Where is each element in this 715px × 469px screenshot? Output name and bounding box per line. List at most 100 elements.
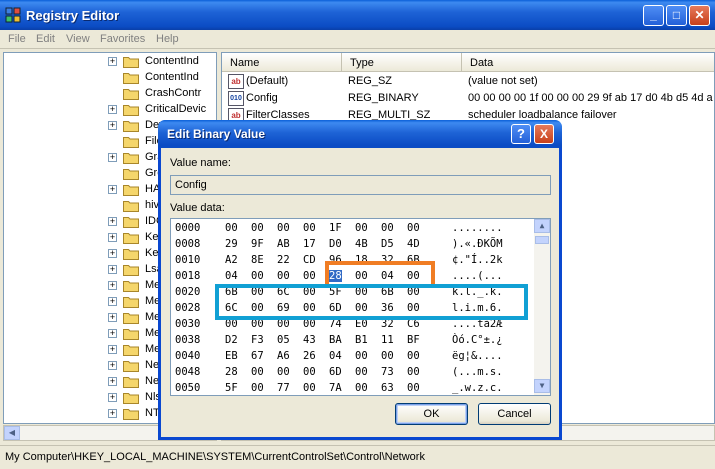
hex-byte[interactable]: B1 (355, 334, 368, 346)
expand-icon[interactable]: + (108, 153, 117, 162)
hex-vertical-scrollbar[interactable]: ▲ ▼ (534, 219, 550, 395)
hex-byte[interactable]: 4D (407, 238, 420, 250)
hex-byte[interactable]: 00 (407, 366, 420, 378)
hex-byte[interactable]: CD (303, 254, 316, 266)
dialog-title-bar[interactable]: Edit Binary Value ? X (158, 120, 562, 148)
expand-icon[interactable]: + (108, 345, 117, 354)
hex-byte[interactable]: 1F (329, 222, 342, 234)
hex-byte[interactable]: 00 (381, 222, 394, 234)
hex-byte[interactable]: BF (407, 334, 420, 346)
hex-row[interactable]: 0050 5F 00 77 00 7A 00 63 00 _.w.z.c. (171, 380, 531, 395)
expand-icon[interactable]: + (108, 265, 117, 274)
hex-byte[interactable]: 00 (277, 270, 290, 282)
menu-file[interactable]: File (8, 33, 26, 45)
hex-byte[interactable]: 00 (381, 350, 394, 362)
hex-byte[interactable]: 00 (277, 222, 290, 234)
hex-byte[interactable]: 00 (303, 366, 316, 378)
expand-icon[interactable]: + (108, 329, 117, 338)
hex-byte[interactable]: 29 (225, 238, 238, 250)
value-row-default[interactable]: ab (Default) REG_SZ (value not set) (222, 73, 714, 90)
expand-icon[interactable]: + (108, 249, 117, 258)
hex-byte[interactable]: D5 (381, 238, 394, 250)
hex-byte[interactable]: A2 (225, 254, 238, 266)
menu-edit[interactable]: Edit (36, 33, 55, 45)
value-row-config[interactable]: 010 Config REG_BINARY 00 00 00 00 1f 00 … (222, 90, 714, 107)
hex-byte[interactable]: 00 (251, 366, 264, 378)
hex-byte[interactable]: D2 (225, 334, 238, 346)
hex-row[interactable]: 0040 EB 67 A6 26 04 00 00 00 ëg¦&.... (171, 348, 531, 364)
expand-icon[interactable]: + (108, 57, 117, 66)
hex-row[interactable]: 0048 28 00 00 00 6D 00 73 00 (...m.s. (171, 364, 531, 380)
ok-button[interactable]: OK (395, 403, 468, 425)
hex-byte[interactable]: BA (329, 334, 342, 346)
hex-byte[interactable]: 00 (251, 382, 264, 394)
dialog-close-button[interactable]: X (534, 124, 554, 144)
maximize-button[interactable]: □ (666, 5, 687, 26)
expand-icon[interactable]: + (108, 377, 117, 386)
expand-icon[interactable]: + (108, 233, 117, 242)
hex-byte[interactable]: 00 (355, 350, 368, 362)
hex-byte[interactable]: 43 (303, 334, 316, 346)
hex-byte[interactable]: 17 (303, 238, 316, 250)
hex-byte[interactable]: 7A (329, 382, 342, 394)
hex-byte[interactable]: A6 (277, 350, 290, 362)
hex-byte[interactable]: 26 (303, 350, 316, 362)
hex-byte[interactable]: 8E (251, 254, 264, 266)
hex-byte[interactable]: 00 (225, 222, 238, 234)
hex-byte[interactable]: 5F (225, 382, 238, 394)
hex-byte[interactable]: 00 (355, 382, 368, 394)
menu-view[interactable]: View (66, 33, 90, 45)
hex-byte[interactable]: 00 (355, 366, 368, 378)
hex-byte[interactable]: 00 (407, 350, 420, 362)
menu-help[interactable]: Help (156, 33, 179, 45)
minimize-button[interactable]: _ (643, 5, 664, 26)
hex-byte[interactable]: 11 (381, 334, 394, 346)
column-header-type[interactable]: Type (342, 53, 462, 72)
column-header-data[interactable]: Data (462, 53, 714, 72)
cancel-button[interactable]: Cancel (478, 403, 551, 425)
hex-byte[interactable]: 04 (225, 270, 238, 282)
scroll-up-icon[interactable]: ▲ (534, 219, 550, 233)
hex-byte[interactable]: 6D (329, 366, 342, 378)
expand-icon[interactable]: + (108, 217, 117, 226)
hex-byte[interactable]: 00 (277, 366, 290, 378)
hex-byte[interactable]: AB (277, 238, 290, 250)
help-button[interactable]: ? (511, 124, 531, 144)
hex-byte[interactable]: 73 (381, 366, 394, 378)
expand-icon[interactable]: + (108, 313, 117, 322)
hex-row[interactable]: 0038 D2 F3 05 43 BA B1 11 BF Òó.C°±.¿ (171, 332, 531, 348)
hex-byte[interactable]: 67 (251, 350, 264, 362)
expand-icon[interactable]: + (108, 281, 117, 290)
expand-icon[interactable]: + (108, 105, 117, 114)
hex-byte[interactable]: 00 (251, 270, 264, 282)
expand-icon[interactable]: + (108, 361, 117, 370)
expand-icon[interactable]: + (108, 185, 117, 194)
hex-byte[interactable]: 00 (407, 382, 420, 394)
hex-row[interactable]: 0008 29 9F AB 17 D0 4B D5 4D).«.ÐKÕM (171, 236, 531, 252)
hex-byte[interactable]: 28 (225, 366, 238, 378)
hex-byte[interactable]: 05 (277, 334, 290, 346)
expand-icon[interactable]: + (108, 297, 117, 306)
hex-byte[interactable]: EB (225, 350, 238, 362)
title-bar[interactable]: Registry Editor _ □ ✕ (0, 0, 715, 30)
hex-byte[interactable]: 00 (303, 222, 316, 234)
hex-byte[interactable]: 04 (329, 350, 342, 362)
close-button[interactable]: ✕ (689, 5, 710, 26)
hex-byte[interactable]: 63 (381, 382, 394, 394)
hex-byte[interactable]: 77 (277, 382, 290, 394)
hex-byte[interactable]: 00 (355, 222, 368, 234)
hex-byte[interactable]: 22 (277, 254, 290, 266)
hex-byte[interactable]: 4B (355, 238, 368, 250)
hex-byte[interactable]: 00 (251, 222, 264, 234)
scroll-down-icon[interactable]: ▼ (534, 379, 550, 393)
hex-byte[interactable]: D0 (329, 238, 342, 250)
hex-byte[interactable]: 00 (303, 382, 316, 394)
hex-byte[interactable]: 00 (407, 222, 420, 234)
scroll-thumb[interactable] (535, 236, 549, 244)
expand-icon[interactable]: + (108, 393, 117, 402)
hex-byte[interactable]: F3 (251, 334, 264, 346)
scroll-left-icon[interactable]: ◀ (4, 426, 20, 440)
hex-byte[interactable]: 9F (251, 238, 264, 250)
column-header-name[interactable]: Name (222, 53, 342, 72)
expand-icon[interactable]: + (108, 409, 117, 418)
